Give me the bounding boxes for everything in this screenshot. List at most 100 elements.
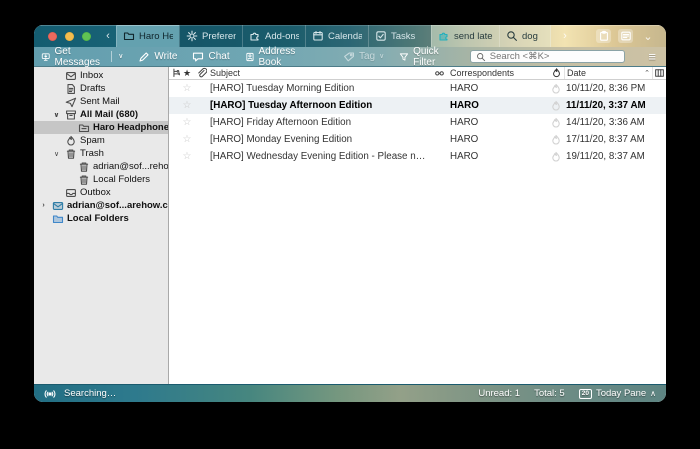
junk-toggle[interactable]	[548, 151, 564, 163]
folder-item-outbox[interactable]: Outbox	[34, 186, 168, 199]
folder-label: All Mail (680)	[80, 109, 138, 120]
message-row[interactable]: ☆[HARO] Friday Afternoon EditionHARO14/1…	[169, 114, 666, 131]
status-right: Unread: 1 Total: 5 20 Today Pane ∧	[478, 388, 656, 399]
read-column-header[interactable]	[430, 67, 448, 79]
zoom-button[interactable]	[82, 32, 91, 41]
flame-icon	[551, 67, 562, 79]
get-messages-label: Get Messages	[54, 46, 105, 68]
message-date: 11/11/20, 3:37 AM	[564, 100, 652, 111]
tab-overflow-button[interactable]: ›	[557, 25, 573, 47]
inbox-icon	[65, 70, 77, 82]
flame-icon	[550, 83, 562, 95]
flame-icon	[550, 151, 562, 163]
clipboard-icon[interactable]	[596, 29, 611, 43]
tab-label: send later	[454, 31, 493, 42]
search-input[interactable]	[490, 51, 620, 62]
message-row[interactable]: ☆[HARO] Tuesday Afternoon EditionHARO11/…	[169, 97, 666, 114]
date-column-header[interactable]: Date ⌃	[564, 67, 652, 79]
star-icon[interactable]: ☆	[180, 83, 194, 94]
quick-filter-button[interactable]: Quick Filter	[399, 46, 455, 68]
clipboard-icon	[598, 30, 610, 42]
tab-preference[interactable]: Preference	[179, 25, 242, 47]
folder-item-sent-mail[interactable]: Sent Mail	[34, 95, 168, 108]
message-list-body: ☆[HARO] Tuesday Morning EditionHARO10/11…	[169, 80, 666, 384]
junk-toggle[interactable]	[548, 134, 564, 146]
tab-tasks[interactable]: Tasks	[368, 25, 431, 47]
folder-item-haro-headphones-1-[interactable]: Haro Headphones (1)	[34, 121, 168, 134]
folder-item-trash[interactable]: ∨ Trash	[34, 147, 168, 160]
tab-label: Haro Head	[139, 31, 173, 42]
calendar-badge-icon: 20	[579, 389, 592, 399]
close-button[interactable]	[48, 32, 57, 41]
message-row[interactable]: ☆[HARO] Wednesday Evening Edition - Plea…	[169, 148, 666, 165]
getmsg-icon	[41, 51, 50, 63]
folder-icon	[123, 30, 135, 42]
star-icon[interactable]: ☆	[180, 100, 194, 111]
folder-label: Outbox	[80, 187, 111, 198]
today-pane-button[interactable]: 20 Today Pane ∧	[579, 388, 656, 399]
folder-item-adrian-sof-arehow-com[interactable]: ›adrian@sof...arehow.com	[34, 199, 168, 212]
folder-item-all-mail-680-[interactable]: ∨ All Mail (680)	[34, 108, 168, 121]
star-icon[interactable]: ☆	[180, 117, 194, 128]
tag-icon	[343, 51, 355, 63]
address-book-button[interactable]: Address Book	[245, 46, 310, 68]
folder-item-local-folders[interactable]: Local Folders	[34, 173, 168, 186]
flame-icon	[550, 134, 562, 146]
list-window-icon[interactable]	[618, 29, 633, 43]
write-button[interactable]: Write	[138, 51, 177, 63]
folder-item-spam[interactable]: Spam	[34, 134, 168, 147]
subject-column-header[interactable]: Subject	[208, 67, 430, 79]
tab-haro-head[interactable]: Haro Head	[116, 25, 179, 47]
junk-column-header[interactable]	[548, 67, 564, 79]
message-row[interactable]: ☆[HARO] Tuesday Morning EditionHARO10/11…	[169, 80, 666, 97]
folder-label: Trash	[80, 148, 104, 159]
tab-calendar[interactable]: Calendar	[305, 25, 368, 47]
draft-icon	[65, 83, 77, 95]
thread-column-header[interactable]	[169, 67, 180, 79]
folder-item-drafts[interactable]: Drafts	[34, 82, 168, 95]
star-icon[interactable]: ☆	[180, 134, 194, 145]
folder-item-inbox[interactable]: Inbox	[34, 69, 168, 82]
window-controls	[34, 25, 100, 47]
chat-button[interactable]: Chat	[192, 51, 229, 63]
twisty-icon[interactable]: ∨	[51, 111, 62, 119]
junk-toggle[interactable]	[548, 100, 564, 112]
tasks-icon	[375, 30, 387, 42]
status-bar: Searching… Unread: 1 Total: 5 20 Today P…	[34, 384, 666, 402]
chevron-down-icon[interactable]: ∨	[118, 53, 123, 60]
get-messages-button[interactable]: Get Messages ∨	[41, 46, 123, 68]
tab-dog[interactable]: dog	[499, 25, 551, 47]
junk-toggle[interactable]	[548, 117, 564, 129]
tag-button[interactable]: Tag ∨	[343, 51, 384, 63]
column-picker-button[interactable]	[652, 67, 666, 79]
flame-icon	[550, 100, 562, 112]
tab-send-later[interactable]: send later	[431, 25, 499, 47]
folder-label: adrian@sof...rehow.com	[93, 161, 168, 172]
twisty-icon[interactable]: ∨	[51, 150, 62, 158]
main-area: InboxDraftsSent Mail ∨ All Mail (680)Haro …	[34, 67, 666, 384]
correspondents-column-header[interactable]: Correspondents	[448, 67, 548, 79]
back-button[interactable]: ‹	[100, 25, 116, 47]
list-all-tabs-button[interactable]: ⌄	[640, 30, 656, 43]
attachment-column-header[interactable]	[194, 67, 208, 79]
message-subject: [HARO] Tuesday Afternoon Edition	[208, 100, 430, 111]
flame-icon	[550, 117, 562, 129]
folder-label: Spam	[80, 135, 105, 146]
message-date: 19/11/20, 8:37 AM	[564, 151, 652, 162]
message-correspondent: HARO	[448, 83, 548, 94]
message-row[interactable]: ☆[HARO] Monday Evening EditionHARO17/11/…	[169, 131, 666, 148]
star-column-header[interactable]: ★	[180, 67, 194, 79]
folder-item-local-folders[interactable]: Local Folders	[34, 212, 168, 225]
app-menu-button[interactable]: ≡	[648, 50, 656, 63]
search-box[interactable]	[470, 50, 626, 63]
tab-add-ons-m[interactable]: Add-ons M	[242, 25, 305, 47]
minimize-button[interactable]	[65, 32, 74, 41]
junk-toggle[interactable]	[548, 83, 564, 95]
broadcast-icon	[44, 388, 56, 400]
twisty-icon[interactable]: ›	[38, 202, 49, 209]
star-icon[interactable]: ☆	[180, 151, 194, 162]
message-date: 14/11/20, 3:36 AM	[564, 117, 652, 128]
folder-item-adrian-sof-rehow-com[interactable]: adrian@sof...rehow.com	[34, 160, 168, 173]
status-text: Searching…	[64, 388, 116, 399]
chevron-down-icon: ∨	[379, 53, 384, 60]
